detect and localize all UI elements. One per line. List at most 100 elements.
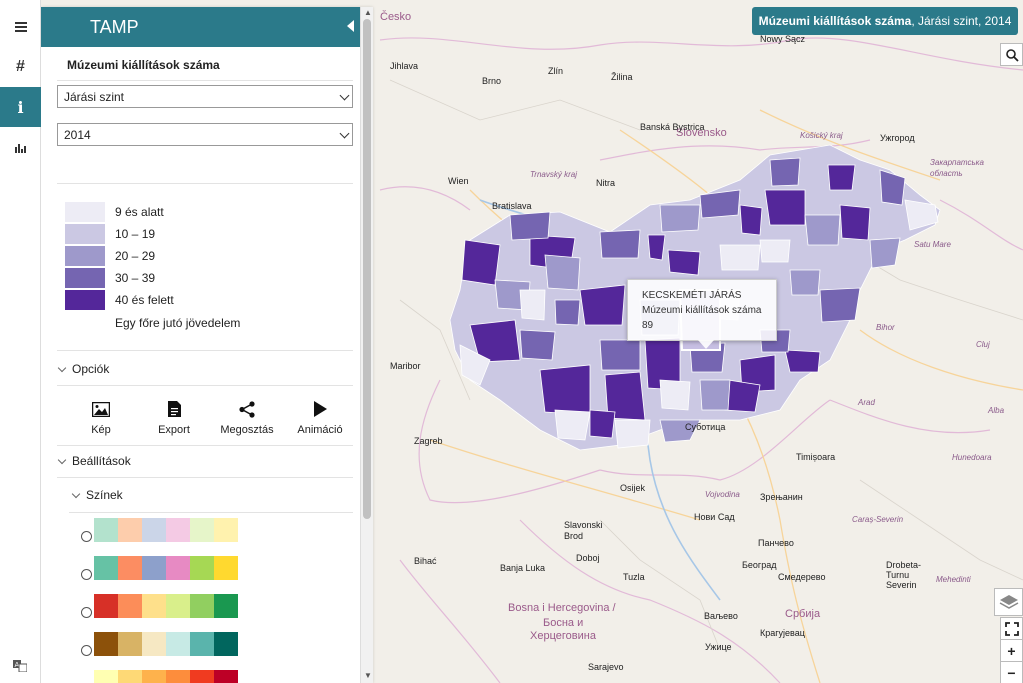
label-nitra: Nitra: [596, 178, 616, 188]
menu-button[interactable]: [0, 7, 41, 47]
legend-label: 30 – 39: [115, 271, 156, 285]
label-bih-3: Херцеговина: [530, 630, 596, 642]
label-drobeta: Drobeta- Turnu Severin: [886, 560, 922, 590]
fullscreen-button[interactable]: [1000, 617, 1023, 640]
image-export-label: Kép: [91, 424, 111, 436]
document-icon: [167, 401, 181, 417]
label-mehedinti: Mehedinti: [936, 575, 971, 584]
options-toggle[interactable]: Opciók: [57, 362, 110, 376]
fullscreen-icon: [1004, 621, 1019, 636]
legend-note: Egy főre jutó jövedelem: [115, 316, 241, 330]
label-bihor: Bihor: [876, 323, 895, 332]
label-brno: Brno: [482, 76, 502, 86]
label-sarajevo: Sarajevo: [588, 662, 624, 672]
chevron-down-icon: [71, 489, 81, 498]
legend-item: 10 – 19: [65, 224, 155, 244]
left-rail: # i: [0, 0, 41, 683]
label-kragujevac: Крагујевац: [760, 628, 805, 638]
legend-item: 30 – 39: [65, 268, 155, 288]
tooltip-district-name: KECSKEMÉTI JÁRÁS: [642, 290, 742, 301]
image-icon: [92, 401, 110, 417]
language-button[interactable]: A: [13, 659, 28, 677]
palette-radio[interactable]: [81, 645, 92, 656]
label-alba: Alba: [988, 406, 1005, 415]
label-bratislava: Bratislava: [492, 201, 532, 211]
indicator-title: Múzeumi kiállítások száma: [67, 58, 220, 72]
collapse-panel-icon[interactable]: [347, 20, 354, 32]
label-bih-2: Босна и: [543, 617, 584, 629]
colors-toggle[interactable]: Színek: [71, 488, 123, 502]
layers-button[interactable]: [994, 588, 1023, 616]
palette-radio[interactable]: [81, 607, 92, 618]
scrollbar-thumb[interactable]: [363, 19, 371, 519]
palette-swatches: [94, 593, 238, 618]
scroll-down-icon[interactable]: ▼: [364, 671, 372, 680]
divider: [57, 350, 353, 351]
year-select[interactable]: 2014: [57, 123, 353, 146]
palette-option[interactable]: [81, 669, 238, 683]
palette-option[interactable]: [81, 593, 238, 618]
palette-swatches: [94, 517, 238, 542]
label-cluj: Cluj: [976, 340, 990, 349]
label-valjevo: Ваљево: [704, 611, 738, 621]
label-arad: Arad: [858, 398, 875, 407]
divider: [57, 385, 353, 386]
animation-label: Animáció: [297, 424, 343, 436]
bar-chart-icon: [15, 143, 26, 153]
scroll-up-icon[interactable]: ▲: [364, 8, 372, 17]
image-export-button[interactable]: Kép: [71, 399, 131, 436]
app-root: Česko Slovensko Wien Bratislava Zagreb T…: [0, 0, 1023, 683]
zoom-in-button[interactable]: +: [1000, 639, 1023, 662]
divider: [57, 445, 353, 446]
tooltip-metric: Múzeumi kiállítások száma: [642, 305, 762, 316]
options-label: Opciók: [72, 362, 110, 376]
label-pancevo: Панчево: [758, 538, 794, 548]
info-icon: i: [17, 97, 24, 117]
label-vojvodina: Vojvodina: [705, 490, 740, 499]
share-button[interactable]: Megosztás: [217, 399, 277, 436]
share-label: Megosztás: [220, 424, 274, 436]
label-hunedoara: Hunedoara: [952, 453, 992, 462]
label-jihlava: Jihlava: [390, 61, 419, 71]
chevron-down-icon: [339, 90, 350, 101]
label-bihac: Bihać: [414, 556, 437, 566]
export-button[interactable]: Export: [144, 399, 204, 436]
label-srbija: Србија: [785, 608, 821, 620]
animation-button[interactable]: Animáció: [290, 399, 350, 436]
hash-button[interactable]: #: [0, 47, 41, 87]
chart-button[interactable]: [0, 128, 41, 168]
palette-option[interactable]: [81, 631, 238, 656]
label-zakarpattia: Закарпатська область: [930, 158, 984, 178]
settings-label: Beállítások: [72, 454, 131, 468]
info-button[interactable]: i: [0, 87, 41, 127]
legend-swatch: [65, 290, 105, 310]
label-satu-mare: Satu Mare: [914, 240, 951, 249]
label-uzice: Ужице: [705, 642, 732, 652]
panel-scrollbar[interactable]: ▲ ▼: [360, 7, 373, 683]
label-bih: Bosna i Hercegovina /: [508, 602, 616, 614]
label-maribor: Maribor: [390, 361, 421, 371]
label-novi-sad: Нови Сад: [694, 512, 735, 522]
palette-radio[interactable]: [81, 531, 92, 542]
legend-item: 20 – 29: [65, 246, 155, 266]
label-caras: Caraș-Severin: [852, 515, 904, 524]
palette-radio[interactable]: [81, 569, 92, 580]
label-cesko: Česko: [380, 11, 412, 23]
district-tooltip: KECSKEMÉTI JÁRÁS Múzeumi kiállítások szá…: [627, 279, 777, 341]
label-osijek: Osijek: [620, 483, 646, 493]
palette-option[interactable]: [81, 517, 238, 542]
search-icon: [1005, 48, 1019, 62]
map-search-button[interactable]: [1000, 43, 1023, 66]
chevron-down-icon: [57, 455, 67, 464]
palette-swatches: [94, 669, 238, 683]
map-title-context: , Járási szint, 2014: [911, 14, 1012, 28]
tooltip-value: 89: [642, 320, 654, 331]
palette-option[interactable]: [81, 555, 238, 580]
label-zlin: Zlín: [548, 66, 564, 76]
level-select[interactable]: Járási szint: [57, 85, 353, 108]
settings-toggle[interactable]: Beállítások: [57, 454, 131, 468]
legend-label: 9 és alatt: [115, 205, 164, 219]
zoom-out-button[interactable]: −: [1000, 661, 1023, 683]
divider: [57, 477, 353, 478]
label-doboj: Doboj: [576, 553, 600, 563]
